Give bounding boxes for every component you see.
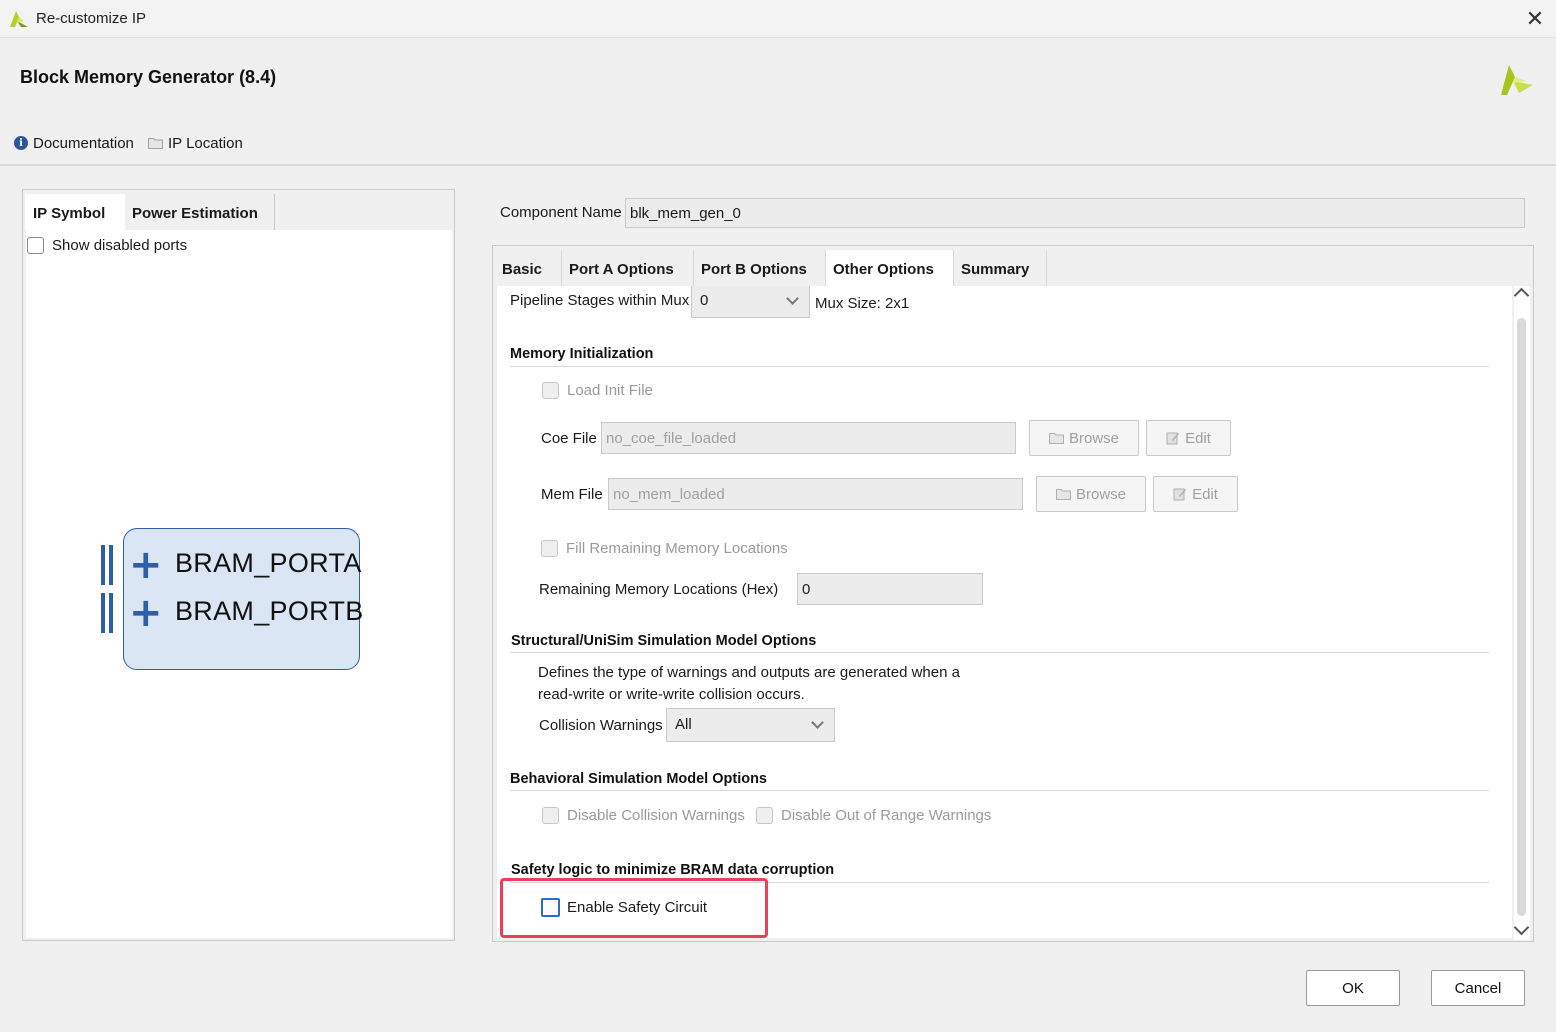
collision-warnings-value: All [675,716,692,733]
highlight-annotation [500,878,768,938]
tab-basic[interactable]: Basic [495,250,562,286]
info-icon: i [14,136,28,150]
fill-remaining-label: Fill Remaining Memory Locations [566,540,788,557]
remaining-memory-label: Remaining Memory Locations (Hex) [539,581,779,598]
folder-icon [1055,489,1071,500]
disable-collision-row[interactable]: Disable Collision Warnings [542,807,745,824]
pipeline-stages-select[interactable]: 0 [691,286,810,318]
show-disabled-ports-row[interactable]: Show disabled ports [27,237,187,254]
options-panel: Basic Port A Options Port B Options Othe… [492,245,1534,942]
cancel-button[interactable]: Cancel [1431,970,1525,1006]
disable-out-of-range-checkbox[interactable] [756,807,773,824]
behavioral-section-title: Behavioral Simulation Model Options [510,771,767,787]
xilinx-logo-icon [1501,65,1533,95]
other-options-content: Pipeline Stages within Mux 0 Mux Size: 2… [497,286,1512,938]
expand-port-b-icon[interactable]: + [129,593,163,633]
coe-file-label: Coe File [541,430,597,447]
ip-title: Block Memory Generator (8.4) [20,67,277,87]
structural-description-line2: read-write or write-write collision occu… [538,686,805,703]
section-divider [510,790,1489,791]
pipeline-stages-label: Pipeline Stages within Mux [510,292,690,309]
window-title: Re-customize IP [36,10,147,27]
port-a-bus-bar [109,545,113,585]
chevron-down-icon [786,292,799,305]
component-name-label: Component Name [500,204,622,221]
coe-file-input[interactable]: no_coe_file_loaded [601,422,1016,454]
show-disabled-ports-label: Show disabled ports [52,237,188,254]
safety-section-title: Safety logic to minimize BRAM data corru… [511,862,835,878]
documentation-label: Documentation [33,134,134,152]
mem-browse-label: Browse [1075,485,1127,503]
coe-edit-label: Edit [1185,429,1211,447]
port-b-bus-bar [109,593,113,633]
port-b-bus-bar [101,593,105,633]
collision-warnings-select[interactable]: All [666,708,835,742]
structural-description-line1: Defines the type of warnings and outputs… [538,664,960,681]
fill-remaining-checkbox[interactable] [541,540,558,557]
tab-ip-symbol[interactable]: IP Symbol [25,194,125,230]
load-init-file-checkbox[interactable] [542,382,559,399]
tab-other-options[interactable]: Other Options [826,250,954,286]
coe-browse-button[interactable]: Browse [1029,420,1139,456]
tab-port-a-options[interactable]: Port A Options [562,250,694,286]
section-divider [510,652,1489,653]
disable-out-of-range-row[interactable]: Disable Out of Range Warnings [756,807,991,824]
coe-edit-button[interactable]: Edit [1146,420,1231,456]
tab-port-b-options[interactable]: Port B Options [694,250,826,286]
folder-icon [1048,433,1064,444]
load-init-file-row[interactable]: Load Init File [542,382,653,399]
show-disabled-ports-checkbox[interactable] [27,237,44,254]
port-b-label: BRAM_PORTB [175,596,364,626]
port-a-bus-bar [101,545,105,585]
component-name-input[interactable]: blk_mem_gen_0 [625,198,1525,228]
title-bar: Re-customize IP ✕ [0,0,1556,38]
pipeline-stages-value: 0 [700,292,709,309]
edit-icon [1166,432,1180,445]
port-a-label: BRAM_PORTA [175,548,362,578]
memory-init-section-title: Memory Initialization [510,346,654,362]
disable-collision-checkbox[interactable] [542,807,559,824]
scrollbar-thumb[interactable] [1517,318,1526,916]
mux-size-label: Mux Size: 2x1 [815,295,910,312]
documentation-link[interactable]: i Documentation [14,133,134,153]
mem-file-label: Mem File [541,486,603,503]
collision-warnings-label: Collision Warnings [539,717,663,734]
coe-browse-label: Browse [1068,429,1120,447]
mem-file-input[interactable]: no_mem_loaded [608,478,1023,510]
mem-edit-button[interactable]: Edit [1153,476,1238,512]
ok-button[interactable]: OK [1306,970,1400,1006]
ip-symbol-panel: IP Symbol Power Estimation Show disabled… [22,189,455,941]
disable-out-of-range-label: Disable Out of Range Warnings [781,807,992,824]
load-init-file-label: Load Init File [567,382,653,399]
disable-collision-label: Disable Collision Warnings [567,807,745,824]
vivado-logo-icon [10,11,28,27]
fill-remaining-row[interactable]: Fill Remaining Memory Locations [541,540,788,557]
ip-symbol-canvas: Show disabled ports + BRAM_PORTA + BRAM_… [26,230,452,938]
structural-section-title: Structural/UniSim Simulation Model Optio… [511,633,817,649]
edit-icon [1173,488,1187,501]
remaining-memory-input[interactable]: 0 [797,573,983,605]
tab-power-estimation[interactable]: Power Estimation [124,194,275,230]
mem-browse-button[interactable]: Browse [1036,476,1146,512]
section-divider [510,366,1489,367]
close-icon[interactable]: ✕ [1522,6,1548,32]
dialog-header: Block Memory Generator (8.4) i Documenta… [0,39,1556,166]
ip-location-link[interactable]: IP Location [148,133,243,153]
left-tab-bar: IP Symbol Power Estimation [23,190,454,230]
ip-location-label: IP Location [168,134,243,152]
tab-summary[interactable]: Summary [954,250,1047,286]
mem-edit-label: Edit [1192,485,1218,503]
chevron-down-icon [811,716,824,729]
folder-icon [148,138,163,149]
expand-port-a-icon[interactable]: + [129,545,163,585]
